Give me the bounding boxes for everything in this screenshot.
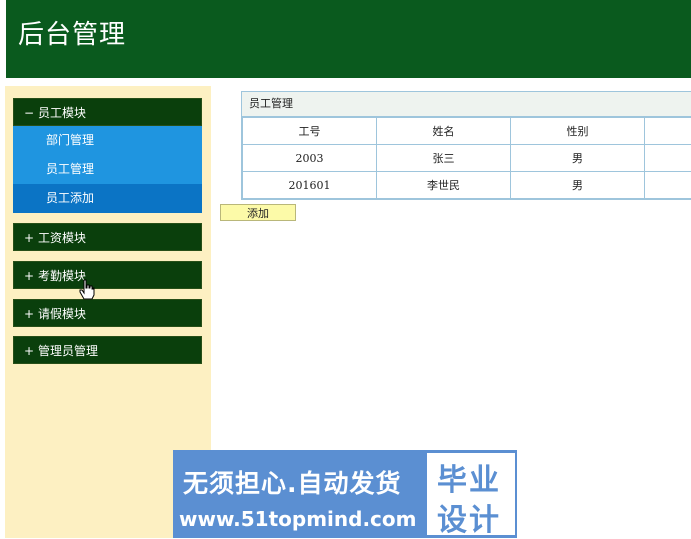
menu-group-label: 管理员管理 <box>38 344 98 358</box>
panel-title: 员工管理 <box>242 92 691 117</box>
employee-table: 工号 姓名 性别 2003 张三 男 201601 李世民 男 <box>242 117 691 199</box>
employee-panel: 员工管理 工号 姓名 性别 2003 张三 男 201601 <box>241 91 691 200</box>
expand-icon: + <box>24 262 38 290</box>
expand-icon: + <box>24 337 38 365</box>
menu-group-label: 请假模块 <box>38 307 86 321</box>
watermark-banner: 无须担心.自动发货 www.51topmind.com 毕业 设计 <box>173 450 517 538</box>
content-area: 员工管理 工号 姓名 性别 2003 张三 男 201601 <box>241 91 691 200</box>
submenu-item-department[interactable]: 部门管理 <box>13 126 202 155</box>
cell-id: 201601 <box>243 172 377 199</box>
submenu-item-employee-add[interactable]: 员工添加 <box>13 184 202 213</box>
menu-group-label: 员工模块 <box>38 106 86 120</box>
watermark-logo-bottom: 设计 <box>437 495 501 539</box>
menu-group-salary[interactable]: +工资模块 <box>13 223 202 251</box>
column-header-id: 工号 <box>243 118 377 145</box>
watermark-url: www.51topmind.com <box>179 507 416 531</box>
menu-group-employee[interactable]: −员工模块 <box>13 98 202 126</box>
watermark-slogan: 无须担心.自动发货 <box>183 464 402 500</box>
header-bar: 后台管理 <box>6 0 691 78</box>
collapse-icon: − <box>24 99 38 127</box>
watermark-logo: 毕业 设计 <box>427 453 515 535</box>
employee-submenu: 部门管理 员工管理 员工添加 <box>13 126 202 213</box>
app-title: 后台管理 <box>18 14 126 51</box>
submenu-item-employee-manage[interactable]: 员工管理 <box>13 155 202 184</box>
menu-group-leave[interactable]: +请假模块 <box>13 299 202 327</box>
cell-name: 张三 <box>377 145 511 172</box>
add-button[interactable]: 添加 <box>220 204 296 221</box>
cell-gender: 男 <box>511 172 645 199</box>
expand-icon: + <box>24 300 38 328</box>
expand-icon: + <box>24 224 38 252</box>
table-row[interactable]: 2003 张三 男 <box>243 145 691 172</box>
column-header-extra <box>645 118 691 145</box>
hand-cursor-icon <box>79 279 95 301</box>
menu-group-attendance[interactable]: +考勤模块 <box>13 261 202 289</box>
column-header-name: 姓名 <box>377 118 511 145</box>
cell-id: 2003 <box>243 145 377 172</box>
watermark-logo-top: 毕业 <box>437 455 501 499</box>
column-header-gender: 性别 <box>511 118 645 145</box>
menu-group-admin[interactable]: +管理员管理 <box>13 336 202 364</box>
cell-extra <box>645 172 691 199</box>
table-row[interactable]: 201601 李世民 男 <box>243 172 691 199</box>
table-header-row: 工号 姓名 性别 <box>243 118 691 145</box>
cell-name: 李世民 <box>377 172 511 199</box>
cell-extra <box>645 145 691 172</box>
menu-group-label: 工资模块 <box>38 231 86 245</box>
cell-gender: 男 <box>511 145 645 172</box>
